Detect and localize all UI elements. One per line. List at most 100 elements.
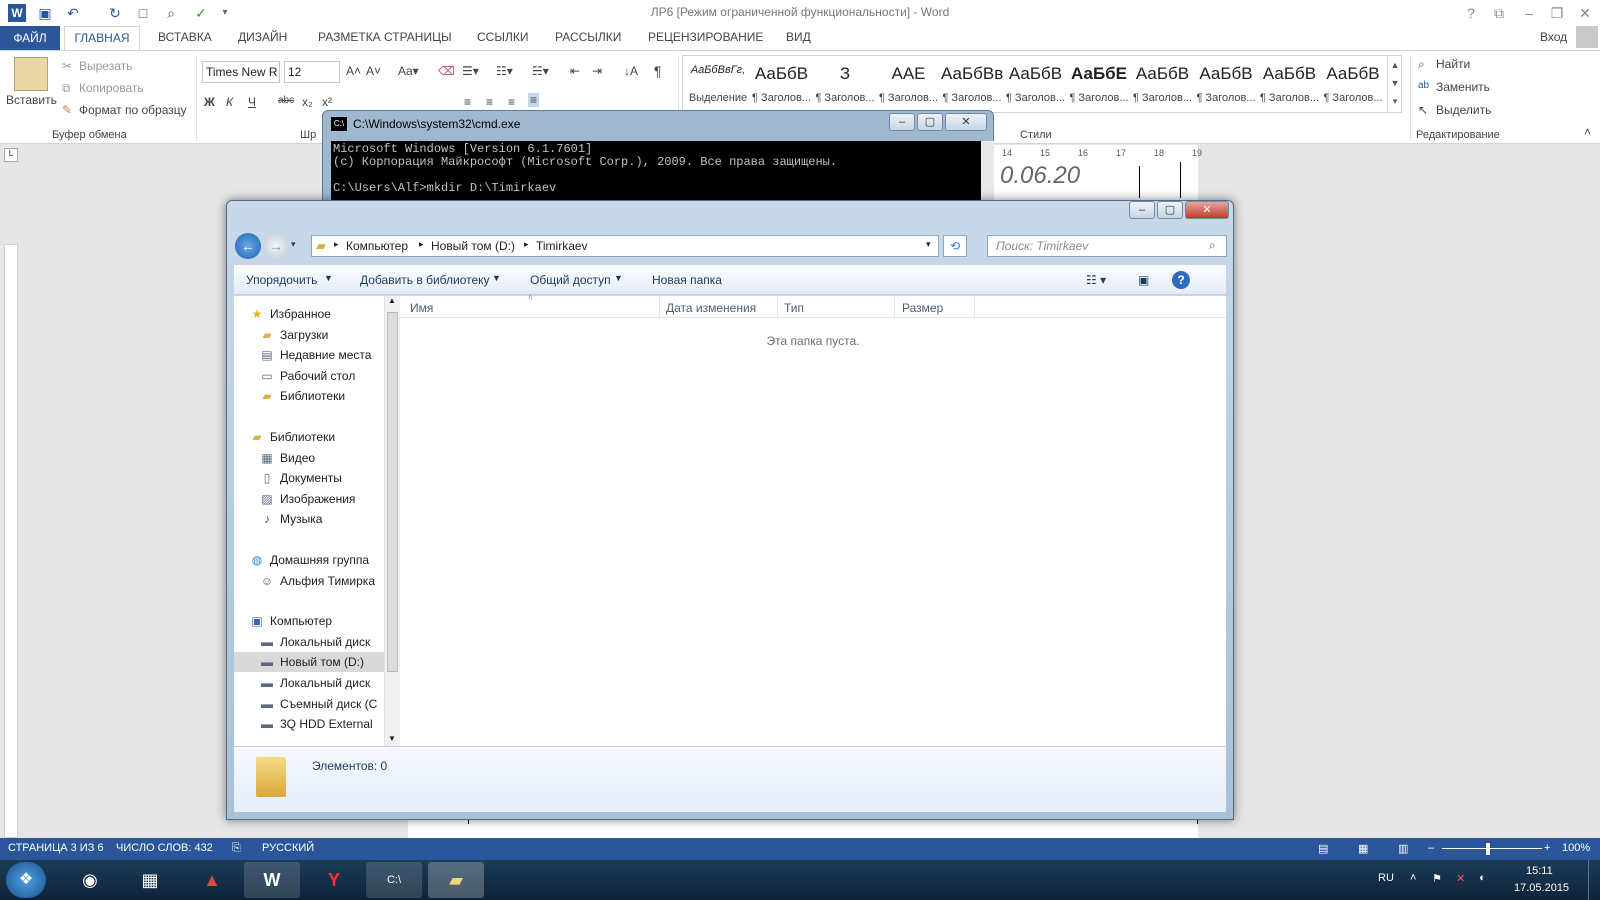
add-to-library-button[interactable]: Добавить в библиотеку bbox=[360, 273, 490, 287]
style-item[interactable]: АаБбВвI ¶ Заголов... bbox=[941, 56, 1003, 112]
style-item[interactable]: ААЕ ¶ Заголов... bbox=[878, 56, 940, 112]
tab-view[interactable]: ВИД bbox=[786, 30, 811, 44]
multilevel-list-icon[interactable]: ☵▾ bbox=[532, 64, 549, 78]
word-taskbar-icon[interactable]: W bbox=[244, 862, 300, 898]
style-item[interactable]: АаБбВ ¶ Заголов... bbox=[1322, 56, 1384, 112]
restore-icon[interactable]: ❐ bbox=[1548, 4, 1566, 22]
format-painter-button[interactable]: Формат по образцу bbox=[79, 103, 187, 117]
tab-review[interactable]: РЕЦЕНЗИРОВАНИЕ bbox=[648, 30, 763, 44]
nav-scrollbar[interactable]: ▲ ▼ bbox=[384, 296, 400, 746]
breadcrumb-item[interactable]: Компьютер bbox=[346, 239, 408, 253]
nav-item[interactable]: ▣ Компьютер bbox=[234, 611, 384, 631]
subscript-icon[interactable]: x₂ bbox=[302, 95, 313, 109]
word-count[interactable]: ЧИСЛО СЛОВ: 432 bbox=[116, 842, 213, 854]
nav-item[interactable]: ★ Избранное bbox=[234, 304, 384, 324]
nav-item[interactable]: ▦ Видео bbox=[234, 448, 384, 468]
explorer-minimize-button[interactable]: – bbox=[1129, 201, 1155, 219]
style-item[interactable]: АаБбВвГг, Выделение bbox=[687, 56, 749, 112]
grow-font-icon[interactable]: A˄ bbox=[346, 64, 361, 78]
increase-indent-icon[interactable]: ⇥ bbox=[592, 64, 602, 78]
align-right-icon[interactable]: ≡ bbox=[508, 95, 515, 109]
select-button[interactable]: Выделить bbox=[1436, 103, 1491, 117]
zoom-slider-thumb[interactable] bbox=[1486, 843, 1490, 855]
volume-icon[interactable]: ◖ bbox=[1478, 872, 1485, 884]
nav-item[interactable]: ♪ Музыка bbox=[234, 509, 384, 529]
font-name-select[interactable]: Times New R bbox=[202, 61, 280, 83]
input-language[interactable]: RU bbox=[1378, 872, 1394, 884]
refresh-icon[interactable]: ⟲ bbox=[943, 235, 967, 257]
organize-button[interactable]: Упорядочить bbox=[246, 273, 317, 287]
column-separator[interactable] bbox=[659, 296, 660, 318]
clear-formatting-icon[interactable]: ⌫ bbox=[438, 64, 455, 78]
help-icon[interactable]: ? bbox=[1172, 271, 1190, 289]
replace-button[interactable]: Заменить bbox=[1436, 80, 1490, 94]
cmd-maximize-button[interactable]: ▢ bbox=[917, 113, 943, 131]
address-dropdown-icon[interactable]: ▾ bbox=[926, 239, 931, 250]
nav-item[interactable]: ▰ Библиотеки bbox=[234, 386, 384, 406]
security-app-icon[interactable]: ▲ bbox=[184, 862, 240, 898]
apps-grid-icon[interactable]: ▦ bbox=[122, 862, 178, 898]
clock-time[interactable]: 15:11 bbox=[1526, 865, 1553, 877]
numbering-icon[interactable]: ☷▾ bbox=[496, 64, 513, 78]
show-hidden-icons-icon[interactable]: ˄ bbox=[1410, 872, 1416, 884]
shrink-font-icon[interactable]: A˅ bbox=[366, 64, 381, 78]
avatar[interactable] bbox=[1576, 26, 1598, 48]
style-item[interactable]: АаБбВ ¶ Заголов... bbox=[1132, 56, 1194, 112]
column-type[interactable]: Тип bbox=[784, 301, 804, 315]
show-desktop-button[interactable] bbox=[1588, 860, 1600, 900]
paste-button[interactable]: Вставить bbox=[6, 93, 57, 107]
breadcrumb-item[interactable]: Новый том (D:) bbox=[431, 239, 515, 253]
yandex-browser-icon[interactable]: Y bbox=[306, 862, 362, 898]
sign-in-link[interactable]: Вход bbox=[1540, 30, 1567, 44]
nav-item[interactable]: ▬ Съемный диск (С bbox=[234, 694, 384, 714]
tab-mailings[interactable]: РАССЫЛКИ bbox=[555, 30, 621, 44]
tab-layout[interactable]: РАЗМЕТКА СТРАНИЦЫ bbox=[318, 30, 452, 44]
view-options-icon[interactable]: ☷ ▾ bbox=[1086, 273, 1106, 287]
find-button[interactable]: Найти bbox=[1436, 57, 1470, 71]
explorer-taskbar-icon[interactable]: ▰ bbox=[428, 862, 484, 898]
column-size[interactable]: Размер bbox=[902, 301, 943, 315]
bullets-icon[interactable]: ☰▾ bbox=[462, 64, 479, 78]
italic-icon[interactable]: К bbox=[226, 95, 233, 109]
action-center-flag-icon[interactable]: ⚑ bbox=[1432, 872, 1442, 885]
nav-item[interactable]: ▰ Библиотеки bbox=[234, 427, 384, 447]
cut-button[interactable]: Вырезать bbox=[79, 59, 132, 73]
column-separator[interactable] bbox=[894, 296, 895, 318]
column-name[interactable]: Имя bbox=[410, 301, 433, 315]
tab-selector[interactable]: L bbox=[4, 148, 18, 162]
tab-design[interactable]: ДИЗАЙН bbox=[238, 30, 287, 44]
scroll-up-icon[interactable]: ▲ bbox=[388, 296, 396, 305]
language-status[interactable]: РУССКИЙ bbox=[262, 842, 314, 854]
zoom-level[interactable]: 100% bbox=[1562, 842, 1590, 854]
paste-icon[interactable] bbox=[14, 57, 48, 91]
style-item[interactable]: АаБбВ ¶ Заголов... bbox=[751, 56, 813, 112]
forward-button[interactable]: → bbox=[263, 233, 289, 259]
explorer-window[interactable]: – ▢ ✕ ← → ▾ ▰ ▸ Компьютер ▸ Новый том (D… bbox=[226, 200, 1234, 820]
ribbon-display-icon[interactable]: ⧉ bbox=[1490, 4, 1508, 22]
strikethrough-icon[interactable]: abc bbox=[278, 95, 294, 106]
web-layout-icon[interactable]: ▥ bbox=[1398, 842, 1408, 855]
help-icon[interactable]: ? bbox=[1462, 4, 1480, 22]
file-list[interactable]: Имя ˄ Дата изменения Тип Размер Эта папк… bbox=[400, 293, 1226, 746]
preview-pane-icon[interactable]: ▣ bbox=[1138, 273, 1149, 287]
bold-icon[interactable]: Ж bbox=[204, 95, 215, 109]
change-case-icon[interactable]: Aa▾ bbox=[398, 64, 419, 78]
style-item[interactable]: З ¶ Заголов... bbox=[814, 56, 876, 112]
chrome-icon[interactable]: ◉ bbox=[62, 862, 118, 898]
zoom-in-icon[interactable]: + bbox=[1544, 842, 1550, 854]
tab-references[interactable]: ССЫЛКИ bbox=[477, 30, 528, 44]
justify-icon[interactable]: ≡ bbox=[528, 93, 540, 107]
scroll-down-icon[interactable]: ▼ bbox=[388, 734, 396, 743]
zoom-out-icon[interactable]: – bbox=[1428, 842, 1434, 854]
cmd-taskbar-icon[interactable]: C:\ bbox=[366, 862, 422, 898]
column-date-modified[interactable]: Дата изменения bbox=[666, 301, 756, 315]
tab-file[interactable]: ФАЙЛ bbox=[0, 26, 60, 50]
nav-item[interactable]: ▬ Новый том (D:) bbox=[234, 652, 384, 673]
style-item[interactable]: АаБбЕ ¶ Заголов... bbox=[1068, 56, 1130, 112]
network-icon[interactable]: ✕ bbox=[1456, 872, 1465, 885]
new-folder-button[interactable]: Новая папка bbox=[652, 273, 722, 287]
nav-item[interactable]: ▬ Локальный диск bbox=[234, 632, 384, 652]
page-count[interactable]: СТРАНИЦА 3 ИЗ 6 bbox=[8, 842, 104, 854]
column-separator[interactable] bbox=[974, 296, 975, 318]
nav-item[interactable]: ▨ Изображения bbox=[234, 489, 384, 509]
